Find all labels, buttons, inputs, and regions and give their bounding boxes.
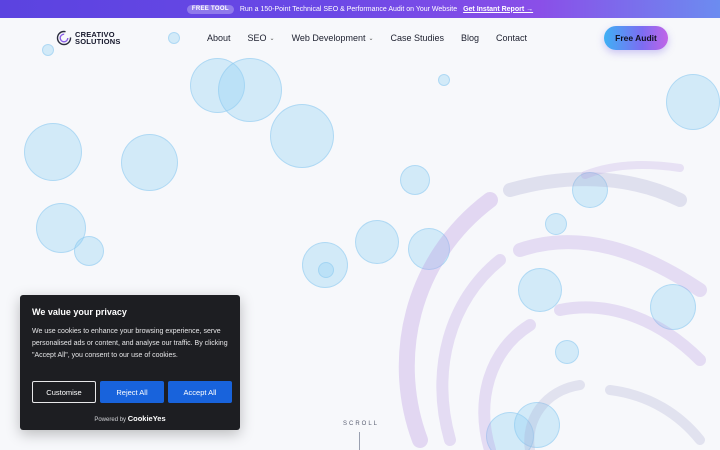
- chevron-down-icon: ⌄: [368, 35, 374, 42]
- accept-all-button[interactable]: Accept All: [168, 381, 232, 403]
- nav-label: Contact: [496, 33, 528, 43]
- promo-text: Run a 150-Point Technical SEO & Performa…: [239, 5, 458, 13]
- reject-all-button[interactable]: Reject All: [100, 381, 164, 403]
- free-audit-button[interactable]: Free Audit: [604, 26, 668, 50]
- site-logo[interactable]: CREATIVO SOLUTIONS: [56, 30, 121, 46]
- instant-report-link[interactable]: Get Instant Report →: [463, 6, 533, 13]
- scroll-line: [359, 432, 360, 450]
- c-logo-icon: [56, 30, 72, 46]
- nav-item-about[interactable]: About: [207, 33, 231, 43]
- nav-item-blog[interactable]: Blog: [461, 33, 479, 43]
- nav-label: Blog: [461, 33, 480, 43]
- promo-bar: FREE TOOL Run a 150-Point Technical SEO …: [0, 0, 720, 18]
- nav-label: Case Studies: [390, 33, 445, 43]
- nav-item-contact[interactable]: Contact: [496, 33, 527, 43]
- nav-label: About: [207, 33, 231, 43]
- free-tool-badge: FREE TOOL: [186, 4, 234, 14]
- cookie-consent-banner: We value your privacy We use cookies to …: [20, 295, 240, 430]
- nav-item-web-development[interactable]: Web Development ⌄: [292, 33, 374, 43]
- chevron-down-icon: ⌄: [269, 35, 275, 42]
- powered-by: Powered by CookieYes: [20, 414, 240, 423]
- cookie-title: We value your privacy: [32, 307, 127, 317]
- fingerprint-arcs-icon: [398, 160, 707, 450]
- cookieyes-logo[interactable]: CookieYes: [128, 414, 166, 423]
- main-nav: About SEO ⌄ Web Development ⌄ Case Studi…: [207, 33, 544, 43]
- nav-label: Web Development: [291, 33, 366, 43]
- powered-by-label: Powered by: [94, 417, 127, 423]
- cookie-description: We use cookies to enhance your browsing …: [32, 328, 228, 359]
- nav-label: SEO: [247, 33, 267, 43]
- logo-wordmark: CREATIVO SOLUTIONS: [75, 31, 121, 46]
- nav-item-case-studies[interactable]: Case Studies: [390, 33, 444, 43]
- nav-item-seo[interactable]: SEO ⌄: [248, 33, 275, 43]
- logo-line-2: SOLUTIONS: [75, 37, 121, 46]
- scroll-indicator: SCROLL: [343, 421, 380, 427]
- customise-button[interactable]: Customise: [32, 381, 96, 403]
